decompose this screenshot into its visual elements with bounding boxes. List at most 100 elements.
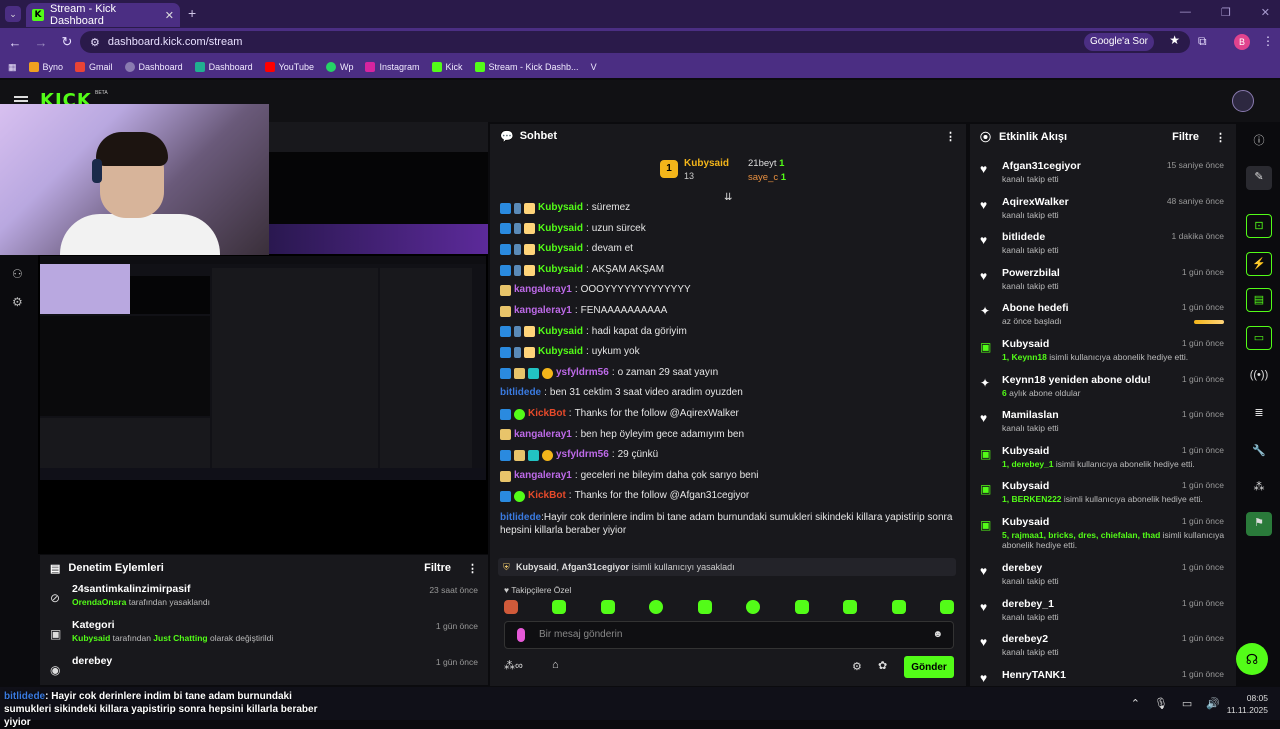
browser-tab[interactable]: K Stream - Kick Dashboard ✕ xyxy=(26,3,180,27)
emote-icon[interactable] xyxy=(697,600,712,614)
emote-icon[interactable] xyxy=(939,600,954,614)
chat-icon[interactable]: ▭ xyxy=(1246,326,1272,350)
target-icon[interactable]: ⊡ xyxy=(1246,214,1272,238)
bookmark-kick[interactable]: Kick xyxy=(431,62,463,72)
bookmark-wp[interactable]: Wp xyxy=(325,62,353,72)
chat-username[interactable]: Kubysaid xyxy=(538,260,583,281)
emote-icon[interactable] xyxy=(649,600,664,614)
chat-username[interactable]: bitlidede xyxy=(500,383,541,404)
chat-username[interactable]: Kubysaid xyxy=(538,322,583,343)
signal-icon[interactable]: ((•)) xyxy=(1246,364,1272,388)
activity-item[interactable]: ▣ Kubysaid 1, derebey_1 isimli kullanıcıya… xyxy=(970,443,1236,479)
stream-video[interactable] xyxy=(269,152,488,224)
chat-username[interactable]: ysfyldrm56 xyxy=(556,363,609,384)
activity-item[interactable]: ♥ Mamilaslan kanalı takip etti 1 gün önce xyxy=(970,407,1236,443)
moderation-menu-icon[interactable]: ⋮ xyxy=(467,562,478,575)
store-icon[interactable]: ⌂ xyxy=(552,659,559,671)
chat-message[interactable]: bitlidede:Hayir cok derinlere indim bi t… xyxy=(500,507,956,537)
chat-message[interactable]: Kubysaid: AKŞAM AKŞAM xyxy=(500,260,956,281)
emote-icon[interactable] xyxy=(600,600,615,614)
back-icon[interactable]: ← xyxy=(4,35,26,50)
chat-message[interactable]: Kubysaid: uzun sürcek xyxy=(500,219,956,240)
chat-username[interactable]: KickBot xyxy=(528,486,566,507)
emote-icon[interactable] xyxy=(843,600,858,614)
settings-icon[interactable]: ⚙ xyxy=(12,295,26,309)
chat-message[interactable]: Kubysaid: hadi kapat da göriyim xyxy=(500,322,956,343)
activity-item[interactable]: ♥ Afgan31cegiyor kanalı takip etti 15 saniy… xyxy=(970,158,1236,194)
clock[interactable]: 08:05 11.11.2025 xyxy=(1227,692,1268,716)
close-window-icon[interactable]: ✕ xyxy=(1261,6,1270,19)
edit-icon[interactable]: ✎ xyxy=(1246,166,1272,190)
chat-username[interactable]: Kubysaid xyxy=(538,198,583,219)
bookmark-gmail[interactable]: Gmail xyxy=(75,62,113,72)
flag-icon[interactable]: ⚑ xyxy=(1246,512,1272,536)
bookmark-v[interactable]: V xyxy=(591,62,597,72)
moderation-item[interactable]: ⊘ 24santimkalinzimirpasif OrendaOnsra ta… xyxy=(40,581,488,617)
activity-item[interactable]: ✦ Keynn18 yeniden abone oldu! 6 aylık abon… xyxy=(970,372,1236,408)
profile-avatar[interactable]: B xyxy=(1234,34,1250,50)
emote-icon[interactable] xyxy=(891,600,906,614)
link-icon[interactable]: ⁂∞ xyxy=(504,659,523,672)
moderation-item[interactable]: ▣ Kategori Kubysaid tarafından Just Chat… xyxy=(40,617,488,653)
chat-username[interactable]: kangaleray1 xyxy=(514,466,572,487)
leader-third[interactable]: saye_c 1 xyxy=(748,172,786,183)
tray-network-icon[interactable]: ▭ xyxy=(1182,697,1192,710)
users-icon[interactable]: ⚇ xyxy=(12,267,26,281)
bookmark-instagram[interactable]: Instagram xyxy=(365,62,420,72)
url-field[interactable]: ⚙ dashboard.kick.com/stream Google'a Sor… xyxy=(80,31,1190,53)
moderation-item[interactable]: ◉ derebey 1 gün önce xyxy=(40,653,488,689)
chat-message[interactable]: KickBot: Thanks for the follow @Afgan31ce… xyxy=(500,486,956,507)
chat-username[interactable]: KickBot xyxy=(528,404,566,425)
mod-item-actor[interactable]: OrendaOnsra xyxy=(72,597,126,607)
info-icon[interactable]: ⓘ xyxy=(1246,130,1272,154)
tray-mic-icon[interactable]: 🎙 xyxy=(1154,697,1168,710)
chat-message[interactable]: Kubysaid: uykum yok xyxy=(500,342,956,363)
activity-menu-icon[interactable]: ⋮ xyxy=(1215,131,1226,144)
activity-item[interactable]: ♥ derebey kanalı takip etti 1 gün önce xyxy=(970,560,1236,596)
activity-item[interactable]: ▣ Kubysaid 5, rajmaa1, bricks, dres, chief… xyxy=(970,514,1236,560)
emote-icon[interactable] xyxy=(504,600,518,614)
activity-item[interactable]: ♥ bitlidede kanalı takip etti 1 dakika önce xyxy=(970,229,1236,265)
chat-message[interactable]: kangaleray1: ben hep öyleyim gece adamıyı… xyxy=(500,425,956,446)
chat-message[interactable]: kangaleray1: FENAAAAAAAAAA xyxy=(500,301,956,322)
wrench-icon[interactable]: 🔧 xyxy=(1246,440,1272,464)
tray-chevron-icon[interactable]: ⌃ xyxy=(1131,697,1140,710)
activity-item[interactable]: ✦ Abone hedefi az önce başladı 1 gün önce xyxy=(970,300,1236,336)
emote-icon[interactable] xyxy=(552,600,567,614)
mod-item-actor[interactable]: Kubysaid xyxy=(72,633,110,643)
site-info-icon[interactable]: ⚙ xyxy=(90,36,100,49)
ban-actor[interactable]: Kubysaid xyxy=(516,562,557,572)
chat-username[interactable]: bitlidede xyxy=(500,512,541,523)
chat-message[interactable]: ysfyldrm56:29 çünkü xyxy=(500,445,956,466)
layers-icon[interactable]: ≣ xyxy=(1246,402,1272,426)
emote-icon[interactable] xyxy=(746,600,761,614)
tab-search-icon[interactable]: ⌄ xyxy=(5,6,21,22)
chat-message[interactable]: ysfyldrm56: o zaman 29 saat yayın xyxy=(500,363,956,384)
chat-username[interactable]: Kubysaid xyxy=(538,219,583,240)
leader-second[interactable]: 21beyt 1 xyxy=(748,158,784,169)
chat-message[interactable]: bitlidede: ben 31 cektim 3 saat video ara… xyxy=(500,383,956,404)
mic-icon[interactable] xyxy=(517,628,525,642)
chat-message[interactable]: Kubysaid: devam et xyxy=(500,239,956,260)
chat-settings-icon[interactable]: ⚙ xyxy=(852,660,862,673)
chat-username[interactable]: Kubysaid xyxy=(538,342,583,363)
activity-item[interactable]: ♥ Powerzbilal kanalı takip etti 1 gün önce xyxy=(970,265,1236,301)
tab-close-icon[interactable]: ✕ xyxy=(165,9,174,22)
bolt-icon[interactable]: ⚡ xyxy=(1246,252,1272,276)
emote-picker-icon[interactable]: ✿ xyxy=(878,659,887,672)
bookmark-star-icon[interactable]: ★ xyxy=(1169,33,1180,47)
bookmark-byno[interactable]: Byno xyxy=(28,62,63,72)
restore-icon[interactable]: ❐ xyxy=(1221,6,1231,19)
bookmark-dashboard-2[interactable]: Dashboard xyxy=(194,62,253,72)
bookmark-dashboard-1[interactable]: Dashboard xyxy=(124,62,183,72)
google-ask-button[interactable]: Google'a Sor xyxy=(1083,33,1154,51)
chat-username[interactable]: ysfyldrm56 xyxy=(556,445,609,466)
moderation-filter-button[interactable]: Filtre xyxy=(424,562,451,574)
activity-item[interactable]: ▣ Kubysaid 1, Keynn18 isimli kullanıcıya a… xyxy=(970,336,1236,372)
chat-message[interactable]: KickBot: Thanks for the follow @AqirexWal… xyxy=(500,404,956,425)
mod-item-target[interactable]: Just Chatting xyxy=(153,633,207,643)
extensions-icon[interactable]: ⧉ xyxy=(1198,34,1207,49)
bookmark-youtube[interactable]: YouTube xyxy=(264,62,314,72)
ban-target[interactable]: Afgan31cegiyor xyxy=(562,562,630,572)
send-button[interactable]: Gönder xyxy=(904,656,954,678)
